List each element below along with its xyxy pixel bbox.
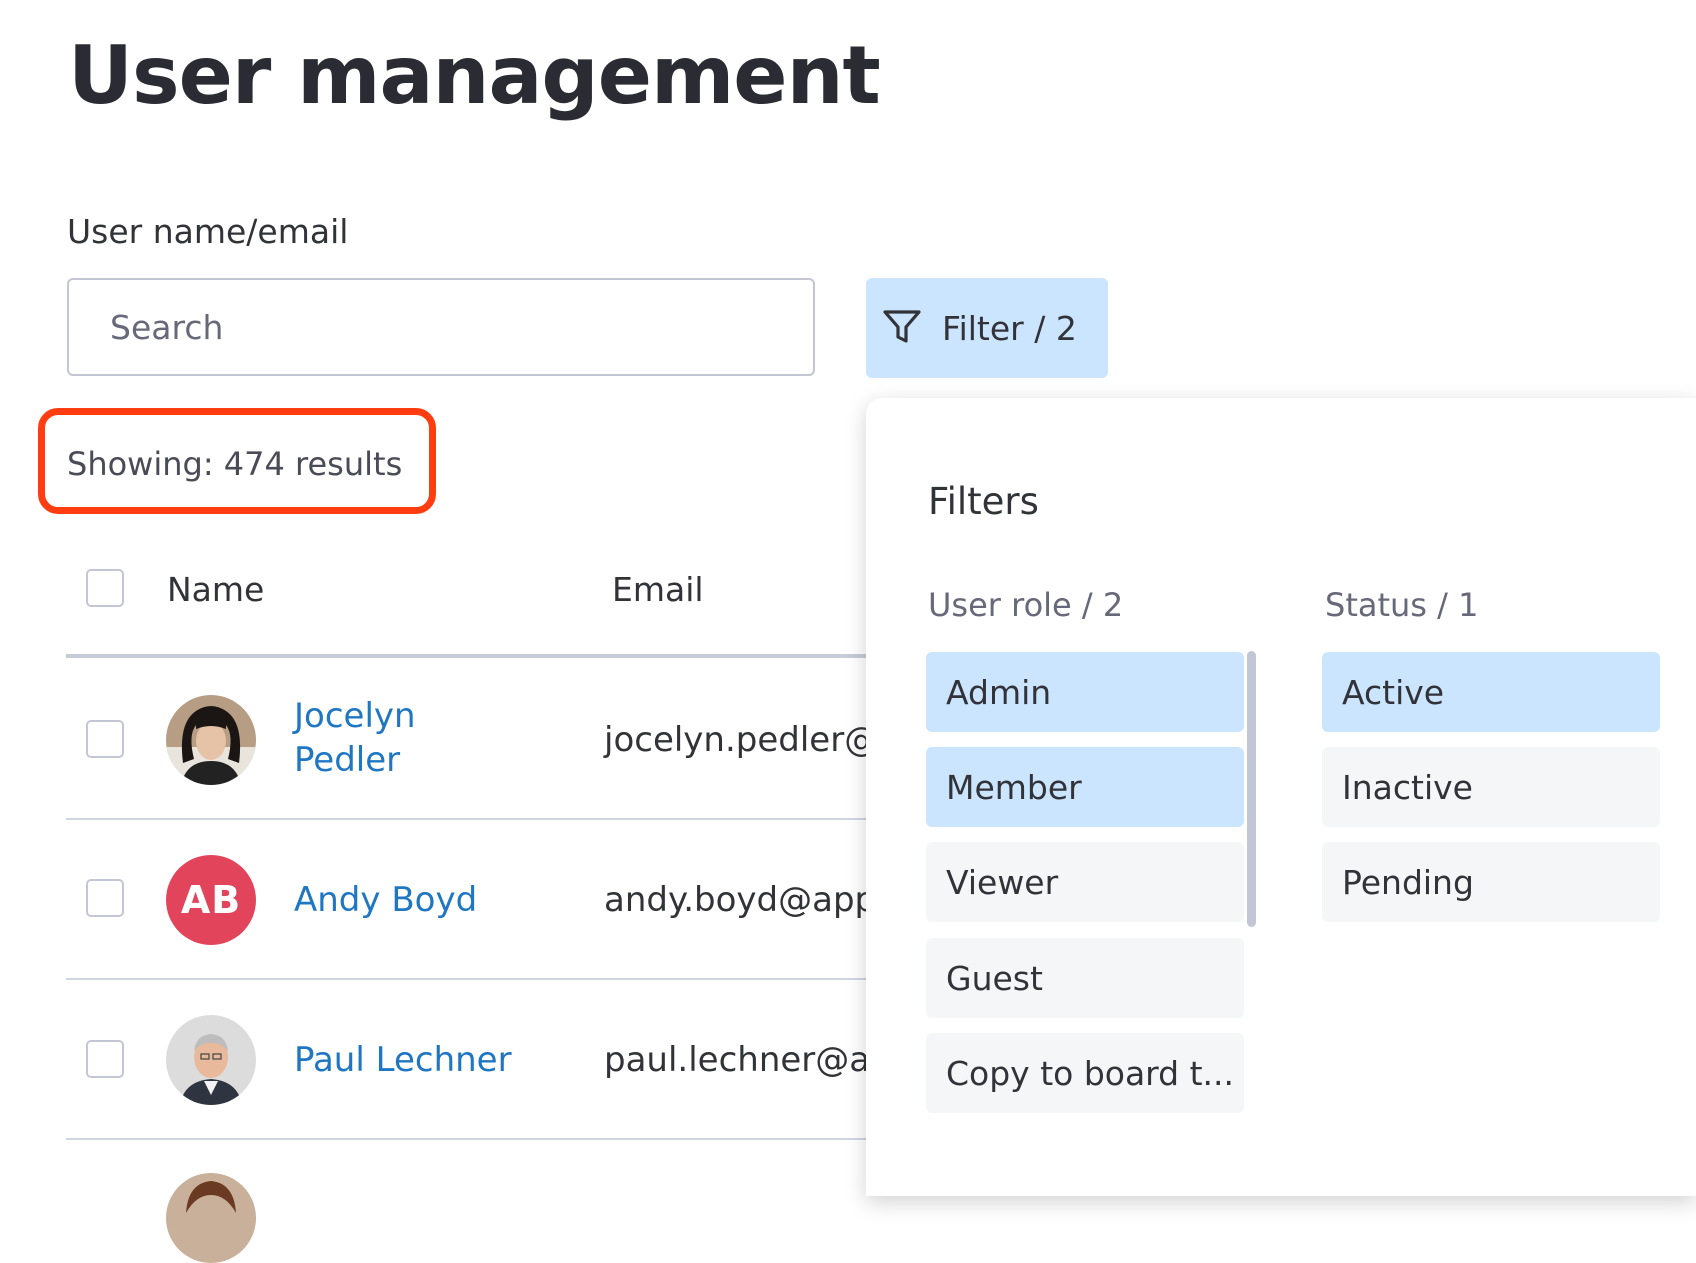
filters-panel: Filters User role / 2 Status / 1 Admin M… bbox=[866, 398, 1696, 1196]
user-name-link[interactable]: Jocelyn Pedler bbox=[294, 694, 416, 782]
row-divider bbox=[66, 818, 866, 820]
user-email: jocelyn.pedler@a bbox=[604, 720, 900, 760]
table-header-divider bbox=[66, 654, 866, 658]
results-highlight-box bbox=[38, 408, 436, 514]
role-list-scrollbar[interactable] bbox=[1247, 651, 1256, 927]
status-option-pending[interactable]: Pending bbox=[1322, 842, 1660, 922]
role-option-admin[interactable]: Admin bbox=[926, 652, 1244, 732]
row-checkbox[interactable] bbox=[86, 879, 124, 917]
avatar bbox=[166, 1015, 256, 1105]
filters-panel-title: Filters bbox=[928, 480, 1039, 523]
row-divider bbox=[66, 1138, 866, 1140]
select-all-checkbox[interactable] bbox=[86, 569, 124, 607]
search-input[interactable] bbox=[69, 280, 813, 374]
user-name-link[interactable]: Paul Lechner bbox=[294, 1038, 512, 1082]
column-header-name[interactable]: Name bbox=[167, 570, 264, 610]
search-label: User name/email bbox=[67, 212, 349, 251]
avatar bbox=[166, 695, 256, 785]
column-header-email[interactable]: Email bbox=[612, 570, 704, 610]
user-name-link[interactable]: Andy Boyd bbox=[294, 878, 477, 922]
role-option-viewer[interactable]: Viewer bbox=[926, 842, 1244, 922]
row-checkbox[interactable] bbox=[86, 720, 124, 758]
status-option-active[interactable]: Active bbox=[1322, 652, 1660, 732]
role-option-guest[interactable]: Guest bbox=[926, 938, 1244, 1018]
row-checkbox[interactable] bbox=[86, 1040, 124, 1078]
row-divider bbox=[66, 978, 866, 980]
user-email: paul.lechner@ap bbox=[604, 1040, 892, 1080]
role-option-member[interactable]: Member bbox=[926, 747, 1244, 827]
role-option-copy-to-board[interactable]: Copy to board t... bbox=[926, 1033, 1244, 1113]
status-heading: Status / 1 bbox=[1325, 586, 1479, 624]
page-title: User management bbox=[68, 29, 881, 122]
filter-button[interactable]: Filter / 2 bbox=[866, 278, 1108, 378]
avatar: AB bbox=[166, 855, 256, 945]
avatar bbox=[166, 1173, 256, 1263]
user-email: andy.boyd@appf bbox=[604, 880, 889, 920]
status-option-inactive[interactable]: Inactive bbox=[1322, 747, 1660, 827]
user-role-heading: User role / 2 bbox=[928, 586, 1124, 624]
funnel-icon bbox=[880, 304, 924, 352]
search-box[interactable] bbox=[67, 278, 815, 376]
filter-button-label: Filter / 2 bbox=[942, 308, 1077, 348]
